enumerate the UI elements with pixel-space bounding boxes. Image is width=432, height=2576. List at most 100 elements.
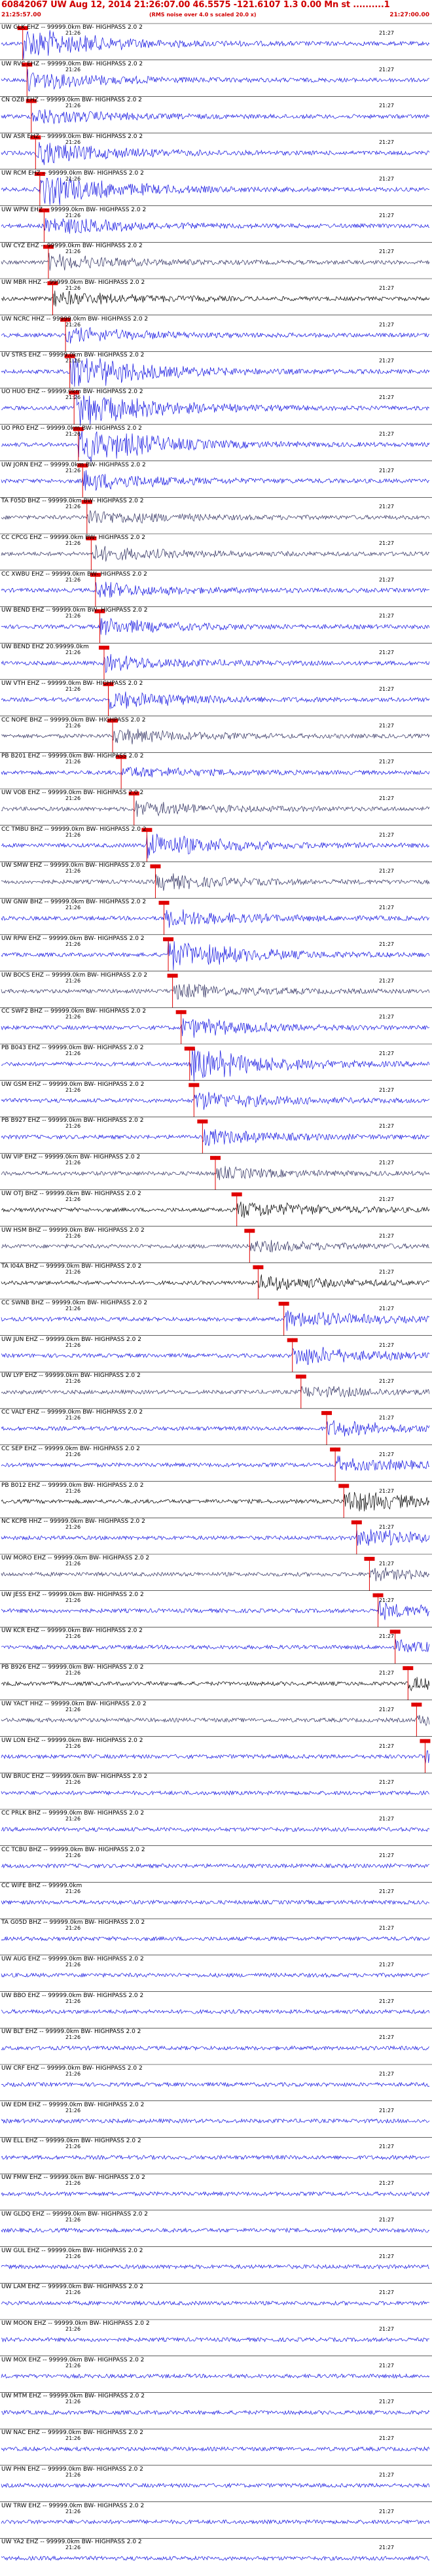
minute-tick-left: 21:26 <box>65 1160 81 1166</box>
minute-tick-left: 21:26 <box>65 1597 81 1603</box>
waveform-trace <box>1 653 430 674</box>
minute-tick-right: 21:27 <box>378 66 394 73</box>
minute-tick-left: 21:26 <box>65 1888 81 1895</box>
minute-tick-right: 21:27 <box>378 1306 394 1312</box>
waveform-trace <box>1 1310 430 1331</box>
minute-tick-right: 21:27 <box>378 1816 394 1822</box>
waveform-trace <box>1 618 430 635</box>
waveform-trace <box>1 142 430 165</box>
minute-tick-left: 21:26 <box>65 2071 81 2077</box>
minute-tick-left: 21:26 <box>65 2508 81 2515</box>
minute-tick-left: 21:26 <box>65 1961 81 1968</box>
minute-tick-left: 21:26 <box>65 430 81 437</box>
minute-tick-right: 21:27 <box>378 2107 394 2114</box>
waveform-trace <box>1 873 430 891</box>
minute-tick-right: 21:27 <box>378 139 394 146</box>
waveform-trace <box>1 2009 430 2015</box>
minute-tick-left: 21:26 <box>65 905 81 911</box>
minute-tick-right: 21:27 <box>378 576 394 583</box>
minute-tick-right: 21:27 <box>378 2180 394 2187</box>
minute-tick-right: 21:27 <box>378 1378 394 1385</box>
minute-tick-right: 21:27 <box>378 1888 394 1895</box>
minute-tick-right: 21:27 <box>378 321 394 328</box>
minute-tick-right: 21:27 <box>378 941 394 947</box>
waveform-trace <box>1 1129 430 1146</box>
minute-tick-right: 21:27 <box>378 2508 394 2515</box>
minute-tick-right: 21:27 <box>378 1123 394 1130</box>
minute-tick-left: 21:26 <box>65 977 81 984</box>
waveform-trace <box>1 2373 430 2379</box>
minute-tick-left: 21:26 <box>65 613 81 619</box>
waveform-trace <box>1 1420 430 1436</box>
minute-tick-left: 21:26 <box>65 1561 81 1567</box>
minute-tick-right: 21:27 <box>378 1342 394 1348</box>
waveform-trace <box>1 2081 430 2087</box>
minute-tick-left: 21:26 <box>65 722 81 729</box>
minute-tick-left: 21:26 <box>65 1415 81 1421</box>
minute-tick-right: 21:27 <box>378 1852 394 1858</box>
minute-tick-left: 21:26 <box>65 1342 81 1348</box>
minute-tick-left: 21:26 <box>65 2326 81 2332</box>
minute-tick-right: 21:27 <box>378 2362 394 2369</box>
waveform-trace <box>1 2409 430 2416</box>
minute-tick-right: 21:27 <box>378 540 394 546</box>
minute-tick-left: 21:26 <box>65 540 81 546</box>
minute-tick-left: 21:26 <box>65 1087 81 1093</box>
minute-tick-right: 21:27 <box>378 1706 394 1713</box>
waveform-trace <box>1 2118 430 2124</box>
minute-tick-left: 21:26 <box>65 868 81 875</box>
waveform-trace <box>1 290 430 307</box>
minute-tick-right: 21:27 <box>378 2253 394 2259</box>
minute-tick-right: 21:27 <box>378 1998 394 2004</box>
minute-tick-left: 21:26 <box>65 1779 81 1786</box>
minute-tick-right: 21:27 <box>378 2435 394 2442</box>
minute-tick-left: 21:26 <box>65 285 81 291</box>
minute-tick-right: 21:27 <box>378 977 394 984</box>
minute-tick-right: 21:27 <box>378 2545 394 2551</box>
minute-tick-right: 21:27 <box>378 2144 394 2150</box>
minute-tick-left: 21:26 <box>65 1306 81 1312</box>
waveform-trace <box>1 767 430 778</box>
minute-tick-left: 21:26 <box>65 1706 81 1713</box>
minute-tick-right: 21:27 <box>378 394 394 401</box>
minute-tick-left: 21:26 <box>65 2435 81 2442</box>
minute-tick-right: 21:27 <box>378 2326 394 2332</box>
minute-tick-right: 21:27 <box>378 1196 394 1202</box>
minute-tick-right: 21:27 <box>378 759 394 765</box>
minute-tick-left: 21:26 <box>65 1633 81 1640</box>
minute-tick-right: 21:27 <box>378 1269 394 1276</box>
waveform-trace <box>1 1092 430 1110</box>
waveform-trace <box>1 1714 430 1727</box>
waveform-trace <box>1 2045 430 2051</box>
minute-tick-left: 21:26 <box>65 2253 81 2259</box>
waveform-trace <box>1 1385 430 1398</box>
minute-tick-left: 21:26 <box>65 358 81 364</box>
minute-tick-left: 21:26 <box>65 1451 81 1457</box>
minute-tick-left: 21:26 <box>65 1378 81 1385</box>
minute-tick-left: 21:26 <box>65 249 81 255</box>
waveform-trace <box>1 1750 430 1764</box>
minute-tick-right: 21:27 <box>378 1451 394 1457</box>
minute-tick-right: 21:27 <box>378 2071 394 2077</box>
minute-tick-left: 21:26 <box>65 2216 81 2223</box>
minute-tick-left: 21:26 <box>65 1196 81 1202</box>
minute-tick-left: 21:26 <box>65 759 81 765</box>
waveform-trace <box>1 109 430 124</box>
waveform-trace <box>1 909 430 928</box>
waveform-trace <box>1 1826 430 1832</box>
minute-tick-right: 21:27 <box>378 650 394 656</box>
minute-tick-right: 21:27 <box>378 103 394 109</box>
waveform-trace <box>1 1936 430 1941</box>
minute-tick-right: 21:27 <box>378 1670 394 1677</box>
minute-tick-left: 21:26 <box>65 103 81 109</box>
minute-tick-left: 21:26 <box>65 795 81 801</box>
minute-tick-left: 21:26 <box>65 576 81 583</box>
minute-tick-left: 21:26 <box>65 2545 81 2551</box>
minute-tick-right: 21:27 <box>378 1415 394 1421</box>
minute-tick-right: 21:27 <box>378 722 394 729</box>
waveform-trace <box>1 2300 430 2306</box>
minute-tick-right: 21:27 <box>378 504 394 510</box>
minute-tick-left: 21:26 <box>65 175 81 182</box>
waveform-trace <box>1 691 430 710</box>
waveform-trace <box>1 1677 430 1692</box>
